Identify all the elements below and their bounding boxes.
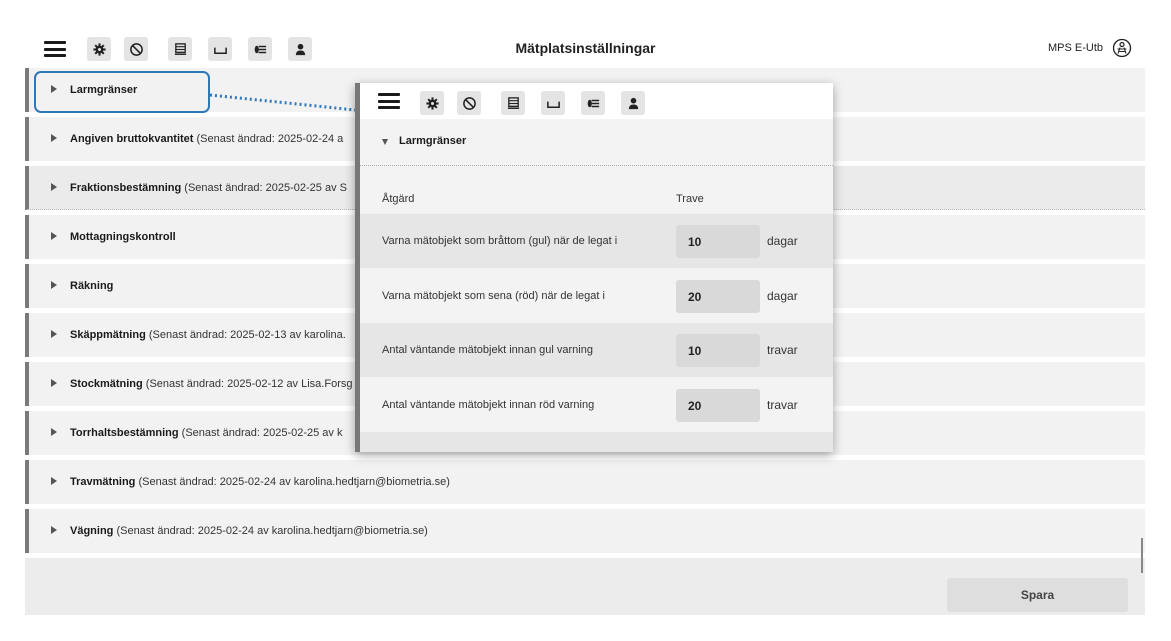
threshold-unit: travar <box>767 343 798 357</box>
callout-connector <box>210 93 355 112</box>
menu-icon[interactable] <box>378 93 400 109</box>
section-meta: (Senast ändrad: 2025-02-12 av Lisa.Forsg <box>142 378 353 390</box>
caret-right-icon <box>51 134 57 142</box>
threshold-unit: dagar <box>767 234 798 248</box>
section-meta: (Senast ändrad: 2025-02-25 av S <box>181 181 347 194</box>
highlight-box <box>34 71 210 113</box>
threshold-unit: dagar <box>767 289 798 303</box>
section-name: Fraktionsbestämning <box>70 181 182 194</box>
gear-icon[interactable] <box>420 91 444 115</box>
panel-section-title: Larmgränser <box>399 135 467 147</box>
no-entry-icon[interactable] <box>457 91 481 115</box>
section-name: Räkning <box>70 280 114 292</box>
caret-right-icon <box>51 477 57 485</box>
section-meta: (Senast ändrad: 2025-02-24 a <box>193 133 344 145</box>
threshold-row: Antal väntande mätobjekt innan röd varni… <box>360 378 833 432</box>
threshold-label: Antal väntande mätobjekt innan röd varni… <box>382 399 595 411</box>
user-label: MPS E-Utb <box>1047 42 1103 54</box>
caret-right-icon <box>51 526 57 534</box>
caret-right-icon <box>51 379 57 387</box>
threshold-label: Varna mätobjekt som sena (röd) när de le… <box>382 290 605 302</box>
section-name: Stockmätning <box>70 378 143 390</box>
threshold-label: Varna mätobjekt som bråttom (gul) när de… <box>382 235 618 247</box>
save-button[interactable]: Spara <box>947 578 1128 612</box>
threshold-unit: travar <box>767 398 798 412</box>
section-meta: (Senast ändrad: 2025-02-24 av karolina.h… <box>113 525 428 537</box>
top-bar: Mätplatsinställningar MPS E-Utb <box>0 0 1171 68</box>
person-icon[interactable] <box>621 91 645 115</box>
caret-down-icon <box>382 139 388 145</box>
threshold-input[interactable] <box>676 280 760 313</box>
user-menu-icon[interactable] <box>1112 38 1132 58</box>
section-meta: (Senast ändrad: 2025-02-13 av karolina. <box>145 329 346 341</box>
section-name: Travmätning <box>70 476 136 488</box>
section-name: Skäppmätning <box>70 329 146 341</box>
page-title: Mätplatsinställningar <box>515 40 656 56</box>
section-vagning[interactable]: Vägning (Senast ändrad: 2025-02-24 av ka… <box>25 509 1145 553</box>
log-pile-icon[interactable] <box>581 91 605 115</box>
section-name: Vägning <box>70 525 114 537</box>
section-meta: (Senast ändrad: 2025-02-25 av k <box>178 427 343 439</box>
section-meta: (Senast ändrad: 2025-02-24 av karolina.h… <box>135 476 450 488</box>
caret-right-icon <box>51 330 57 338</box>
section-name: Angiven bruttokvantitet <box>70 133 194 145</box>
scroll-indicator <box>1141 538 1143 573</box>
section-travmatning[interactable]: Travmätning (Senast ändrad: 2025-02-24 a… <box>25 460 1145 504</box>
caret-right-icon <box>51 183 57 191</box>
zoom-panel: Larmgränser Åtgärd Trave Varna mätobjekt… <box>355 83 833 452</box>
threshold-row: Antal väntande mätobjekt innan gul varni… <box>360 323 833 377</box>
threshold-input[interactable] <box>676 225 760 258</box>
threshold-input[interactable] <box>676 389 760 422</box>
threshold-row: Varna mätobjekt som bråttom (gul) när de… <box>360 214 833 268</box>
threshold-label: Antal väntande mätobjekt innan gul varni… <box>382 344 593 356</box>
panel-toolbar <box>360 83 833 119</box>
section-name: Mottagningskontroll <box>70 231 176 243</box>
threshold-input[interactable] <box>676 334 760 367</box>
column-header-trave: Trave <box>676 193 704 205</box>
bed-icon[interactable] <box>541 91 565 115</box>
caret-right-icon <box>51 428 57 436</box>
threshold-row: Varna mätobjekt som sena (röd) när de le… <box>360 269 833 323</box>
panel-section-header[interactable]: Larmgränser <box>360 119 833 166</box>
caret-right-icon <box>51 281 57 289</box>
section-name: Torrhaltsbestämning <box>70 427 179 439</box>
timber-truck-icon[interactable] <box>501 91 525 115</box>
panel-bottom-strip <box>360 432 833 452</box>
caret-right-icon <box>51 232 57 240</box>
column-header-action: Åtgärd <box>382 193 415 205</box>
